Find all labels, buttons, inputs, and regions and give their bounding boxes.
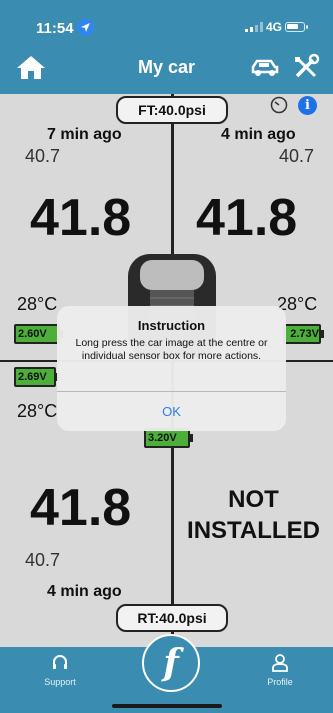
front-left-updated: 7 min ago [47, 126, 122, 143]
location-arrow-icon [77, 19, 94, 36]
rear-left-battery: 2.69V [14, 367, 59, 387]
front-right-updated: 4 min ago [221, 126, 296, 143]
front-left-previous: 40.7 [25, 146, 61, 166]
dialog-message: Long press the car image at the centre o… [75, 337, 268, 362]
nav-profile-label: Profile [267, 677, 293, 687]
profile-icon [272, 654, 288, 672]
signal-icon [245, 22, 263, 32]
rear-left-temp: 28°C [17, 401, 58, 421]
center-battery: 3.20V [144, 428, 193, 448]
info-icon[interactable]: i [298, 96, 317, 115]
front-left-battery: 2.60V [14, 324, 63, 344]
dialog-title: Instruction [137, 318, 206, 333]
headset-icon [53, 655, 67, 669]
top-bar: 11:54 4G My car [0, 0, 333, 94]
rear-left-updated: 4 min ago [47, 583, 122, 600]
rear-left-previous: 40.7 [25, 550, 61, 570]
car-icon [251, 59, 279, 76]
rear-right-status[interactable]: NOT INSTALLED [176, 484, 331, 546]
front-pressure-pill[interactable]: FT:40.0psi [116, 96, 228, 124]
app-logo-button[interactable]: f [142, 634, 200, 692]
tools-icon [295, 53, 320, 78]
nav-support[interactable]: Support [20, 653, 100, 687]
network-type: 4G [266, 20, 283, 34]
page-title: My car [137, 57, 196, 77]
front-right-pressure[interactable]: 41.8 [196, 188, 297, 248]
front-right-previous: 40.7 [279, 146, 315, 166]
nav-support-label: Support [44, 677, 76, 687]
front-right-battery: 2.73V [283, 324, 324, 344]
gauge-icon[interactable] [270, 96, 288, 114]
front-left-temp: 28°C [17, 294, 58, 314]
ok-button[interactable]: OK [57, 392, 286, 431]
instruction-dialog: Instruction Long press the car image at … [57, 306, 286, 431]
front-left-pressure[interactable]: 41.8 [30, 188, 131, 248]
nav-profile[interactable]: Profile [240, 653, 320, 687]
rear-left-pressure[interactable]: 41.8 [30, 478, 131, 538]
logo-letter: f [163, 642, 179, 684]
home-indicator [112, 704, 222, 708]
tools-button[interactable] [290, 52, 322, 82]
status-time: 11:54 [36, 20, 74, 37]
battery-icon [285, 22, 308, 32]
car-settings-button[interactable] [248, 52, 282, 82]
rear-pressure-pill[interactable]: RT:40.0psi [116, 604, 228, 632]
